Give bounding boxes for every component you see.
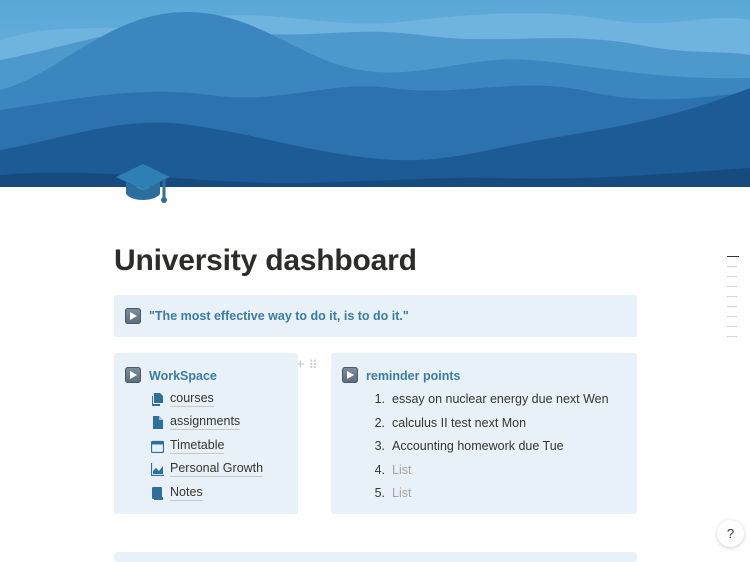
play-button-icon[interactable]: [125, 308, 141, 324]
toc-line[interactable]: [727, 276, 737, 277]
toc-line[interactable]: [727, 266, 737, 267]
reminder-item-empty[interactable]: 5. List: [369, 486, 412, 500]
play-button-icon[interactable]: [342, 367, 358, 383]
reminder-heading: reminder points: [366, 369, 461, 383]
workspace-callout[interactable]: WorkSpace courses assignments Timetable …: [114, 353, 298, 514]
block-handles[interactable]: + ⠿: [296, 356, 318, 373]
reminder-callout[interactable]: reminder points 1. essay on nuclear ener…: [331, 353, 637, 514]
workspace-item-timetable[interactable]: Timetable: [151, 437, 225, 455]
reminder-item[interactable]: 3. Accounting homework due Tue: [369, 439, 564, 453]
workspace-item-assignments[interactable]: assignments: [151, 413, 241, 431]
table-of-contents-indicator[interactable]: [727, 256, 739, 346]
workspace-item-courses[interactable]: courses: [151, 390, 214, 408]
toc-line[interactable]: [727, 336, 737, 337]
play-button-icon[interactable]: [125, 367, 141, 383]
toc-line[interactable]: [727, 326, 737, 327]
page-title[interactable]: University dashboard: [114, 244, 417, 278]
reminder-item[interactable]: 1. essay on nuclear energy due next Wen: [369, 392, 609, 406]
graduation-cap-icon[interactable]: [114, 160, 172, 208]
page-icon: [153, 415, 163, 429]
mountains-illustration: [0, 0, 750, 187]
toc-line[interactable]: [727, 296, 737, 297]
notebook-icon: [152, 486, 163, 500]
toc-line[interactable]: [727, 286, 737, 287]
drag-handle-icon[interactable]: ⠿: [309, 358, 318, 372]
calendar-icon: [151, 440, 164, 453]
cover-image[interactable]: [0, 0, 750, 187]
quote-text: "The most effective way to do it, is to …: [149, 309, 409, 323]
chart-icon: [151, 462, 164, 476]
reminder-item-empty[interactable]: 4. List: [369, 463, 412, 477]
quote-callout[interactable]: "The most effective way to do it, is to …: [114, 295, 637, 337]
workspace-item-notes[interactable]: Notes: [151, 484, 203, 502]
toc-line-active[interactable]: [727, 256, 739, 257]
reminder-item[interactable]: 2. calculus II test next Mon: [369, 416, 527, 430]
workspace-item-personal-growth[interactable]: Personal Growth: [151, 460, 264, 478]
workspace-heading: WorkSpace: [149, 369, 217, 383]
help-button[interactable]: ?: [717, 520, 744, 547]
next-callout[interactable]: [114, 552, 637, 562]
help-icon: ?: [726, 526, 735, 541]
document-icon: [152, 392, 163, 406]
toc-line[interactable]: [727, 306, 737, 307]
toc-line[interactable]: [727, 316, 737, 317]
